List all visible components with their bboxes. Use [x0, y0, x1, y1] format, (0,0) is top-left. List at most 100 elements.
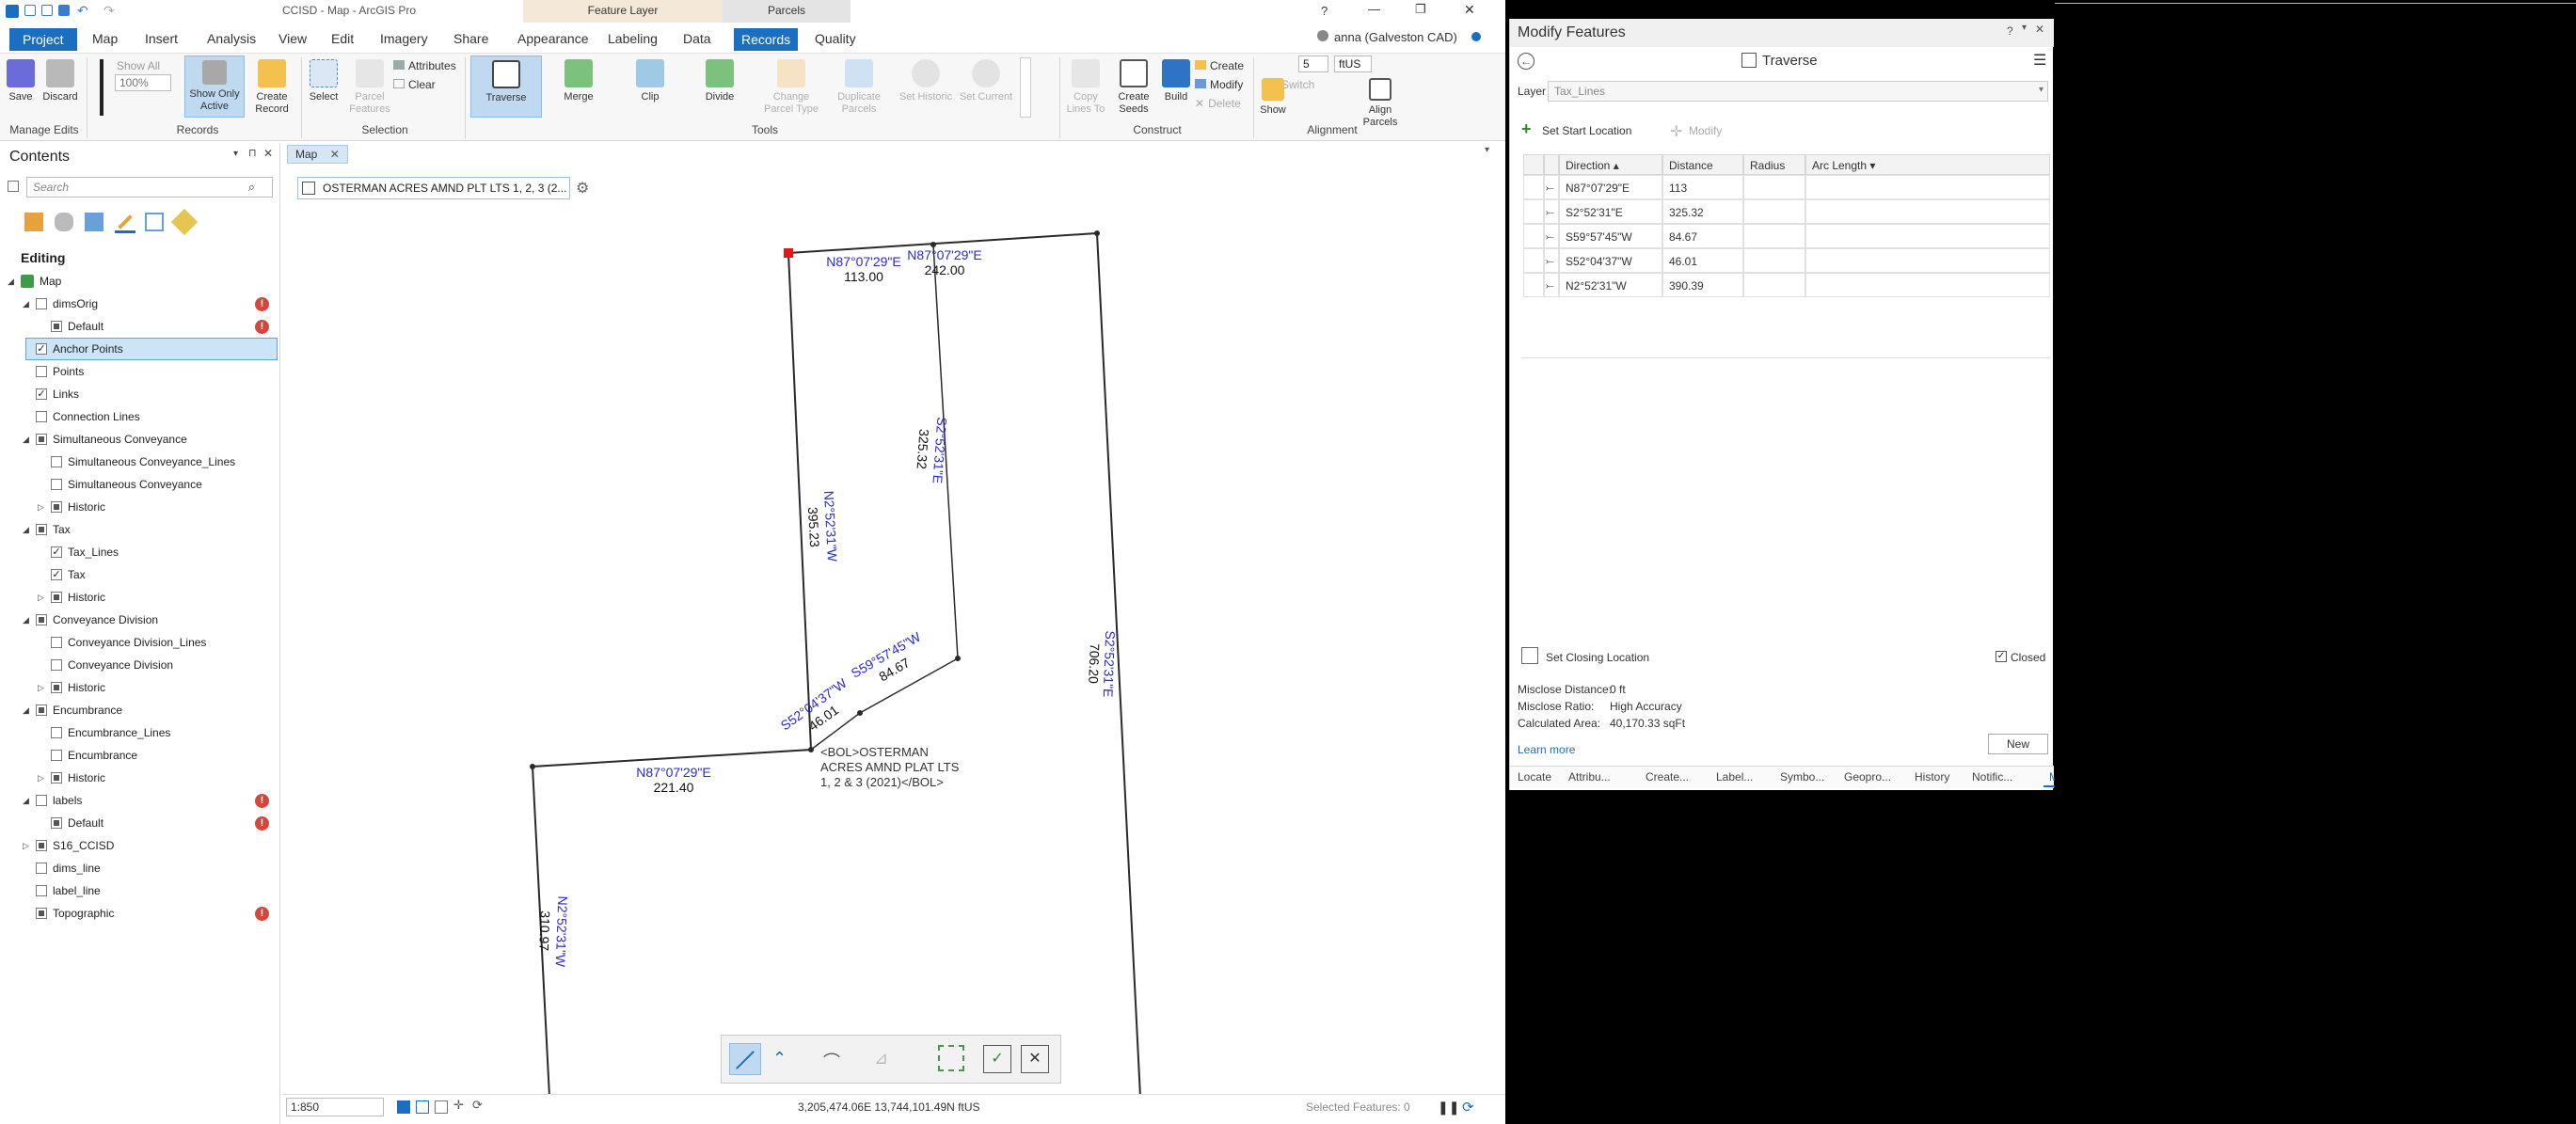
layer-item-topographic[interactable]: Topographic! [0, 903, 277, 924]
change-parcel-type-button[interactable]: Change Parcel Type [758, 59, 824, 116]
distance-cell[interactable]: 325.32 [1662, 199, 1743, 224]
visibility-checkbox[interactable] [51, 479, 62, 490]
vertex-marker[interactable] [857, 710, 863, 716]
list-by-labeling-icon[interactable] [170, 208, 199, 236]
visibility-checkbox[interactable] [36, 908, 47, 919]
refresh-icon[interactable]: ⟳ [1462, 1099, 1474, 1116]
tab-records[interactable]: Records [734, 28, 799, 51]
dock-tab-attribu[interactable]: Attribu... [1563, 767, 1616, 787]
zoom-percent-input[interactable]: 100% [115, 74, 171, 91]
build-button[interactable]: Build [1157, 59, 1195, 103]
visibility-checkbox[interactable] [36, 366, 47, 377]
tab-analysis[interactable]: Analysis [199, 26, 263, 51]
arc-length-cell[interactable] [1805, 199, 2050, 224]
dock-tab-history[interactable]: History [1909, 767, 1955, 787]
vertex-marker[interactable] [530, 764, 535, 769]
visibility-checkbox[interactable] [51, 659, 62, 671]
list-by-source-icon[interactable] [55, 213, 73, 231]
map-view-tab[interactable]: Map ✕ [287, 145, 348, 164]
record-settings-gear-icon[interactable]: ⚙ [576, 179, 589, 198]
parcel-features-button[interactable]: Parcel Features [346, 59, 393, 116]
show-only-active-button[interactable]: Show Only Active [184, 55, 245, 118]
polyline-tool-icon[interactable]: ⌃ [772, 1049, 787, 1069]
back-arrow-icon[interactable]: ← [1518, 53, 1534, 70]
layer-item-conveyance-division-lines[interactable]: Conveyance Division_Lines [0, 632, 277, 653]
table-icon[interactable] [435, 1100, 448, 1114]
navigate-icon[interactable]: ✛ [453, 1098, 464, 1113]
layer-item-anchor-points[interactable]: ✓ Anchor Points [25, 338, 278, 360]
col-header-distance[interactable]: Distance [1662, 154, 1743, 175]
warning-icon[interactable]: ! [255, 794, 269, 808]
layer-item-default[interactable]: Default! [0, 316, 277, 337]
layer-item-historic[interactable]: ▷ Historic [0, 587, 277, 608]
pause-drawing-icon[interactable]: ❚❚ [1438, 1100, 1459, 1116]
layer-item-encumbrance[interactable]: Encumbrance [0, 745, 277, 766]
list-by-selection-icon[interactable] [85, 213, 103, 231]
align-parcels-button[interactable]: Align Parcels [1357, 78, 1404, 129]
visibility-checkbox[interactable] [36, 298, 47, 309]
layer-item-encumbrance-lines[interactable]: Encumbrance_Lines [0, 722, 277, 743]
selected-features-count[interactable]: Selected Features: 0 [1306, 1100, 1410, 1114]
collapse-arrow-icon[interactable]: ◢ [23, 700, 29, 720]
tab-quality[interactable]: Quality [807, 26, 864, 51]
map-scale-select[interactable]: 1:850 [286, 1098, 384, 1116]
visibility-checkbox[interactable] [51, 750, 62, 761]
closed-checkbox[interactable]: ✓ [1996, 651, 2007, 662]
select-button[interactable]: Select [305, 59, 342, 103]
right-angle-tool-icon[interactable]: ⊿ [874, 1049, 888, 1069]
start-vertex-marker[interactable] [784, 248, 793, 258]
layer-item-simultaneous-conveyance[interactable]: Simultaneous Conveyance [0, 474, 277, 495]
contents-menu-icon[interactable]: ▾ [233, 149, 238, 159]
pane-menu-icon[interactable]: ▾ [2022, 23, 2027, 33]
collapse-arrow-icon[interactable]: ◢ [23, 293, 29, 314]
warning-icon[interactable]: ! [255, 816, 269, 831]
layer-item-labels[interactable]: ◢ labels! [0, 790, 277, 811]
finish-sketch-options-icon[interactable] [938, 1045, 964, 1071]
set-closing-location-button[interactable]: Set Closing Location [1546, 651, 1649, 664]
layer-item-historic[interactable]: ▷ Historic [0, 677, 277, 698]
rotation-icon[interactable]: ⟳ [472, 1098, 483, 1113]
map-canvas[interactable]: N87°07'29"E 113.00 N87°07'29"E 242.00 S2… [282, 166, 1503, 1097]
row-header[interactable] [1523, 175, 1544, 199]
layer-item-label-line[interactable]: label_line [0, 880, 277, 901]
view-menu-icon[interactable]: ▾ [1485, 145, 1489, 155]
expand-arrow-icon[interactable]: ▷ [23, 835, 29, 856]
dock-tab-notific[interactable]: Notific... [1966, 767, 2018, 787]
layer-item-points[interactable]: Points [0, 361, 277, 382]
list-by-editing-icon[interactable] [115, 213, 135, 233]
collapse-arrow-icon[interactable]: ◢ [23, 790, 29, 811]
tab-map[interactable]: Map [85, 26, 125, 51]
search-icon[interactable]: ⌕ [248, 180, 255, 195]
layer-item-encumbrance[interactable]: ◢ Encumbrance [0, 700, 277, 720]
visibility-checkbox[interactable] [51, 592, 62, 603]
layer-item-conveyance-division[interactable]: ◢ Conveyance Division [0, 609, 277, 630]
layer-item-historic[interactable]: ▷ Historic [0, 768, 277, 788]
divide-button[interactable]: Divide [696, 59, 743, 103]
distance-cell[interactable]: 390.39 [1662, 273, 1743, 297]
list-by-drawing-order-icon[interactable] [24, 213, 43, 231]
list-by-snapping-icon[interactable] [145, 213, 164, 231]
grid-select-header[interactable] [1544, 154, 1559, 175]
layer-item-links[interactable]: ✓ Links [0, 384, 277, 404]
visibility-checkbox[interactable] [36, 885, 47, 896]
radius-cell[interactable] [1743, 175, 1805, 199]
delete-button[interactable]: ✕ Delete [1195, 97, 1241, 110]
radius-cell[interactable] [1743, 248, 1805, 273]
collapse-arrow-icon[interactable]: ◢ [23, 429, 29, 450]
close-button[interactable]: ✕ [1464, 2, 1475, 18]
layer-item-tax[interactable]: ✓ Tax [0, 564, 277, 585]
row-header[interactable] [1523, 248, 1544, 273]
visibility-checkbox[interactable] [36, 863, 47, 874]
dock-tab-geopro[interactable]: Geopro... [1838, 767, 1897, 787]
visibility-checkbox[interactable]: ✓ [36, 388, 47, 400]
save-project-icon[interactable] [58, 5, 70, 16]
alignment-unit-select[interactable]: ftUS [1334, 55, 1372, 72]
help-button[interactable]: ? [1321, 4, 1328, 18]
row-header[interactable] [1523, 273, 1544, 297]
layer-item-historic[interactable]: ▷ Historic [0, 497, 277, 517]
layer-item-simultaneous-conveyance-lines[interactable]: Simultaneous Conveyance_Lines [0, 451, 277, 472]
discard-edits-button[interactable]: Discard [41, 59, 79, 103]
clip-button[interactable]: Clip [627, 59, 674, 103]
visibility-checkbox[interactable] [51, 817, 62, 829]
parcel-map-svg[interactable]: N87°07'29"E 113.00 N87°07'29"E 242.00 S2… [282, 166, 1503, 1097]
